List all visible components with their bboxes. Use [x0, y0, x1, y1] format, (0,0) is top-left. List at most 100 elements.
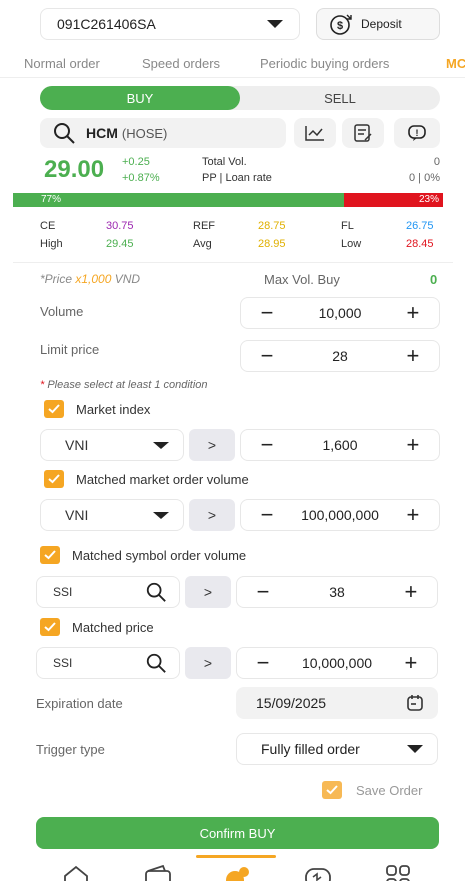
matched-price-operator[interactable]: >	[185, 647, 231, 679]
limit-price-minus-button[interactable]: −	[257, 345, 277, 367]
side-toggle: BUY SELL	[40, 86, 440, 110]
matched-price-minus-button[interactable]: −	[253, 652, 273, 674]
pp-label: PP | Loan rate	[202, 172, 272, 184]
symbol-search[interactable]: HCM (HOSE)	[40, 118, 286, 148]
matched-market-vol-select[interactable]: VNI	[40, 499, 184, 531]
confirm-buy-label: Confirm BUY	[199, 825, 276, 841]
info-chat-icon: !	[408, 125, 426, 141]
price-unit-suffix: VND	[111, 272, 141, 286]
buy-label: BUY	[126, 90, 154, 106]
checkbox-checked-icon	[40, 546, 60, 564]
limit-price-plus-button[interactable]: +	[403, 345, 423, 367]
price-unit-note: *Price x1,000 VND	[40, 272, 140, 286]
sell-label: SELL	[324, 90, 356, 106]
tab-mc[interactable]: MC	[446, 56, 465, 71]
matched-market-vol-operator[interactable]: >	[189, 499, 235, 531]
fl-label: FL	[341, 220, 354, 232]
account-selector[interactable]: 091C261406SA	[40, 8, 300, 40]
total-vol-value: 0	[433, 156, 440, 168]
symbol-code: HCM	[86, 125, 118, 141]
symbol-exchange: (HOSE)	[121, 125, 168, 141]
matched-symbol-vol-operator[interactable]: >	[185, 576, 231, 608]
home-icon[interactable]	[62, 864, 90, 881]
low-value: 28.45	[406, 238, 434, 250]
matched-price-value[interactable]: 10,000,000	[302, 655, 372, 671]
tab-periodic-buying[interactable]: Periodic buying orders	[260, 56, 389, 71]
chat-icon[interactable]	[303, 864, 333, 881]
trigger-type-select[interactable]: Fully filled order	[236, 733, 438, 765]
matched-market-vol-minus-button[interactable]: −	[257, 504, 277, 526]
wallet-icon[interactable]	[143, 864, 173, 881]
pp-value: 0 | 0%	[409, 172, 440, 184]
volume-value[interactable]: 10,000	[319, 305, 362, 321]
bottom-nav-active-indicator	[196, 855, 276, 858]
volume-stepper: − 10,000 +	[240, 297, 440, 329]
high-label: High	[40, 238, 63, 250]
tab-normal-order[interactable]: Normal order	[24, 56, 100, 71]
matched-symbol-vol-symbol-value: SSI	[53, 585, 73, 599]
matched-market-vol-select-value: VNI	[65, 507, 89, 523]
market-index-minus-button[interactable]: −	[257, 434, 277, 456]
market-index-checkbox[interactable]: Market index	[44, 400, 150, 418]
account-id: 091C261406SA	[57, 16, 156, 32]
matched-symbol-vol-value[interactable]: 38	[329, 584, 345, 600]
market-index-select[interactable]: VNI	[40, 429, 184, 461]
matched-symbol-vol-minus-button[interactable]: −	[253, 581, 273, 603]
matched-symbol-vol-stepper: − 38 +	[236, 576, 438, 608]
matched-price-symbol-value: SSI	[53, 656, 73, 670]
limit-price-stepper: − 28 +	[240, 340, 440, 372]
price-change-pct: +0.87%	[122, 172, 160, 184]
ratio-buy-label: 77%	[41, 194, 62, 205]
checkbox-checked-icon	[40, 618, 60, 636]
svg-text:!: !	[416, 128, 419, 138]
buy-toggle[interactable]: BUY	[40, 86, 240, 110]
market-index-value[interactable]: 1,600	[322, 437, 357, 453]
limit-price-value[interactable]: 28	[332, 348, 348, 364]
matched-market-vol-plus-button[interactable]: +	[403, 504, 423, 526]
tab-speed-orders[interactable]: Speed orders	[142, 56, 220, 71]
market-index-plus-button[interactable]: +	[403, 434, 423, 456]
svg-text:$: $	[337, 20, 343, 32]
confirm-buy-button[interactable]: Confirm BUY	[36, 817, 439, 849]
sell-toggle[interactable]: SELL	[240, 86, 440, 110]
volume-plus-button[interactable]: +	[403, 302, 423, 324]
ref-value: 28.75	[258, 220, 286, 232]
order-book-button[interactable]	[342, 118, 384, 148]
checkbox-checked-icon	[44, 470, 64, 488]
chart-button[interactable]	[294, 118, 336, 148]
matched-symbol-vol-symbol[interactable]: SSI	[36, 576, 180, 608]
expiration-date-picker[interactable]: 15/09/2025	[236, 687, 438, 719]
matched-price-plus-button[interactable]: +	[401, 652, 421, 674]
max-vol-label: Max Vol. Buy	[264, 272, 340, 287]
search-icon	[54, 123, 75, 144]
ref-prices: CE 30.75 REF 28.75 FL 26.75 High 29.45 A…	[0, 218, 465, 258]
checkbox-checked-icon	[44, 400, 64, 418]
market-index-operator[interactable]: >	[189, 429, 235, 461]
matched-price-checkbox[interactable]: Matched price	[40, 618, 154, 636]
matched-price-symbol[interactable]: SSI	[36, 647, 180, 679]
matched-market-vol-value[interactable]: 100,000,000	[301, 507, 379, 523]
deposit-label: Deposit	[361, 17, 402, 31]
tabs-divider	[0, 77, 465, 78]
bottom-nav	[0, 862, 465, 881]
matched-market-vol-checkbox[interactable]: Matched market order volume	[44, 470, 249, 488]
menu-grid-icon[interactable]	[385, 864, 411, 881]
condition-note-text: Please select at least 1 condition	[44, 379, 208, 391]
ratio-sell-label: 23%	[418, 194, 439, 205]
info-button[interactable]: !	[394, 118, 440, 148]
matched-symbol-vol-checkbox[interactable]: Matched symbol order volume	[40, 546, 246, 564]
expiration-label: Expiration date	[36, 696, 123, 711]
section-divider	[13, 262, 453, 263]
price-unit-mult: x1,000	[75, 272, 112, 286]
ce-label: CE	[40, 220, 56, 232]
deposit-button[interactable]: $ Deposit	[316, 8, 440, 40]
market-index-label: Market index	[76, 401, 151, 417]
save-order-checkbox[interactable]: Save Order	[322, 781, 422, 799]
last-price: 29.00	[44, 156, 105, 183]
matched-symbol-vol-plus-button[interactable]: +	[401, 581, 421, 603]
ratio-bar: 77% 23%	[13, 193, 443, 207]
search-icon	[146, 653, 166, 673]
trade-icon[interactable]	[222, 864, 252, 881]
price-change: +0.25	[122, 156, 150, 168]
volume-minus-button[interactable]: −	[257, 302, 277, 324]
